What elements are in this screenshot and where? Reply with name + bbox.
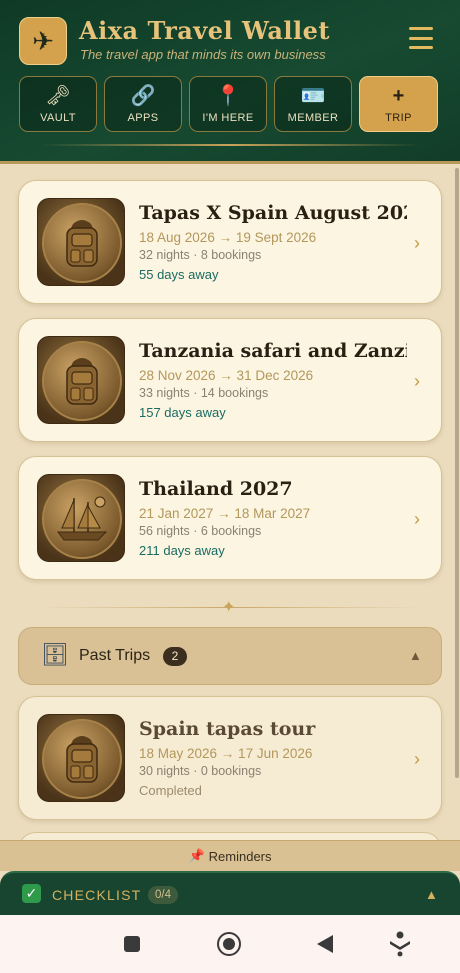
sparkle-icon: ✦ (222, 599, 236, 616)
apps-label: APPS (127, 111, 159, 124)
plus-icon: + (392, 84, 405, 107)
trip-dates: 18 Aug 2026 → 19 Sept 2026 (139, 230, 317, 245)
trip-meta: 56 nights · 6 bookings (139, 524, 262, 538)
app-subtitle: The travel app that minds its own busine… (80, 47, 326, 62)
trip-meta: 30 nights · 0 bookings (139, 764, 262, 778)
reminders-label: Reminders (208, 848, 272, 864)
vault-button[interactable]: 🗝 VAULT (19, 76, 97, 132)
past-trips-toggle[interactable]: 🗄 Past Trips 2 ▲ (18, 627, 442, 685)
key-icon: 🗝 (45, 84, 71, 107)
header-border (0, 161, 460, 164)
past-trips-label: Past Trips (79, 647, 151, 664)
im-here-label: I'M HERE (202, 111, 254, 124)
backpack-icon (42, 203, 122, 283)
app-header: ✈ Aixa Travel Wallet The travel app that… (0, 0, 460, 164)
back-icon[interactable] (317, 935, 333, 953)
trip-countdown: 55 days away (139, 267, 219, 282)
chevron-up-icon: ▲ (409, 648, 422, 663)
trip-title: Spain tapas tour (139, 718, 316, 740)
checklist-bar[interactable]: ✓ CHECKLIST 0/4 ▲ (0, 871, 460, 915)
trip-title: Tapas X Spain August 2026 (139, 202, 407, 224)
recents-icon[interactable] (124, 936, 140, 952)
trip-card[interactable]: Thailand 2027 21 Jan 2027 → 18 Mar 2027 … (18, 456, 442, 580)
trip-countdown: 157 days away (139, 405, 226, 420)
add-trip-button[interactable]: + TRIP (359, 76, 438, 132)
im-here-button[interactable]: 📍 I'M HERE (189, 76, 267, 132)
member-button[interactable]: 🪪 MEMBER (274, 76, 352, 132)
accessibility-icon[interactable] (388, 931, 412, 957)
trip-label: TRIP (385, 111, 412, 124)
system-navigation-bar (0, 915, 460, 973)
chevron-right-icon: › (414, 371, 420, 391)
sailing-ship-icon (42, 479, 122, 559)
chevron-up-icon: ▲ (425, 887, 438, 902)
checklist-count-badge: 0/4 (148, 886, 178, 904)
trip-dates: 28 Nov 2026 → 31 Dec 2026 (139, 368, 314, 383)
airplane-icon: ✈ (19, 17, 67, 65)
home-icon[interactable] (217, 932, 241, 956)
hamburger-menu-icon[interactable] (409, 27, 433, 49)
trip-meta: 32 nights · 8 bookings (139, 248, 262, 262)
trip-countdown: 211 days away (139, 543, 225, 558)
chevron-right-icon: › (414, 233, 420, 253)
past-trip-card[interactable]: Spain tapas tour 18 May 2026 → 17 Jun 20… (18, 696, 442, 820)
id-card-icon: 🪪 (300, 84, 326, 107)
trip-title: Thailand 2027 (139, 478, 293, 500)
member-label: MEMBER (287, 111, 339, 124)
checklist-label: CHECKLIST (52, 887, 142, 903)
cabinet-icon: 🗄 (41, 642, 69, 667)
past-trips-count-badge: 2 (163, 647, 187, 666)
chevron-right-icon: › (414, 749, 420, 769)
pin-icon: 📍 (215, 84, 241, 107)
scrollbar[interactable] (455, 168, 459, 778)
trip-image (37, 714, 125, 802)
backpack-icon (42, 341, 122, 421)
pushpin-icon: 📌 (188, 848, 205, 863)
chevron-right-icon: › (414, 509, 420, 529)
trip-image (37, 336, 125, 424)
trip-meta: 33 nights · 14 bookings (139, 386, 269, 400)
top-nav: 🗝 VAULT 🔗 APPS 📍 I'M HERE 🪪 MEMBER + TRI… (19, 76, 441, 132)
app-title: Aixa Travel Wallet (79, 16, 330, 45)
trip-dates: 21 Jan 2027 → 18 Mar 2027 (139, 506, 311, 521)
link-icon: 🔗 (130, 84, 156, 107)
vault-label: VAULT (40, 111, 76, 124)
trip-image (37, 198, 125, 286)
trip-dates: 18 May 2026 → 17 Jun 2026 (139, 746, 313, 761)
trip-title: Tanzania safari and Zanzibar (139, 340, 407, 362)
reminders-bar[interactable]: 📌 Reminders (0, 840, 460, 871)
check-box-icon: ✓ (22, 884, 41, 903)
trip-status: Completed (139, 783, 202, 798)
backpack-icon (42, 719, 122, 799)
trip-card[interactable]: Tapas X Spain August 2026 18 Aug 2026 → … (18, 180, 442, 304)
apps-button[interactable]: 🔗 APPS (104, 76, 182, 132)
trip-image (37, 474, 125, 562)
header-divider (40, 144, 420, 146)
trip-card[interactable]: Tanzania safari and Zanzibar 28 Nov 2026… (18, 318, 442, 442)
